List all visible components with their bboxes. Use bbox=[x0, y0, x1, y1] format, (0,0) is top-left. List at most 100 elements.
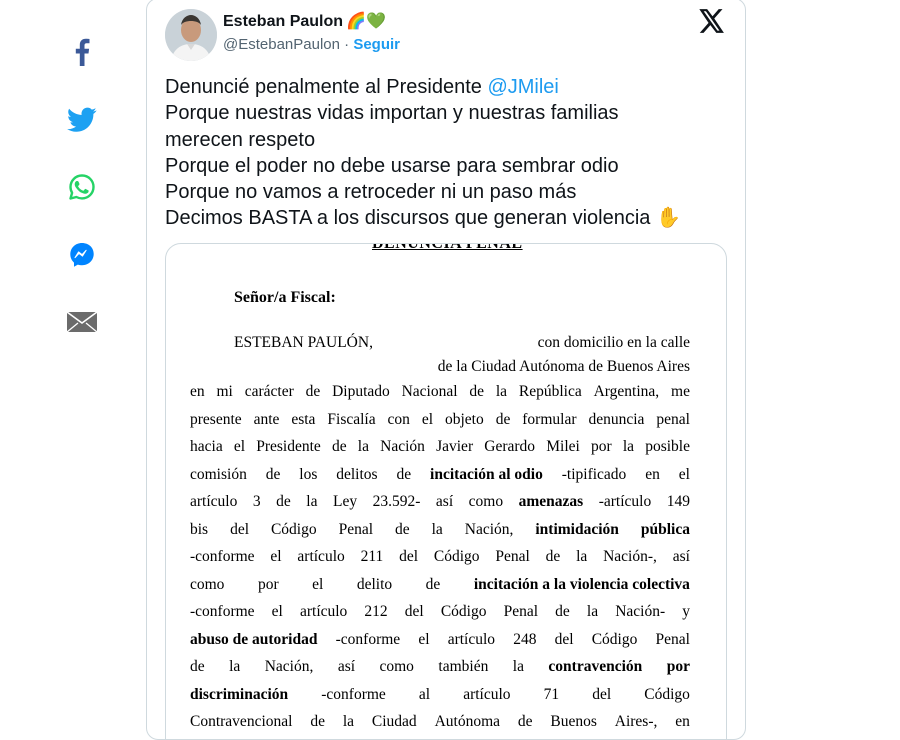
document-word: de bbox=[276, 493, 291, 510]
document-word: el bbox=[271, 603, 283, 620]
document-word: República bbox=[518, 383, 582, 400]
document-word: como bbox=[468, 493, 504, 510]
x-logo-icon[interactable] bbox=[699, 9, 727, 37]
document-greeting: Señor/a Fiscal: bbox=[234, 289, 336, 306]
document-image[interactable]: DENUNCIA PENAL Señor/a Fiscal: ESTEBAN P… bbox=[165, 243, 727, 739]
document-word: de bbox=[517, 713, 533, 730]
document-word: de bbox=[395, 520, 410, 538]
author-name[interactable]: Esteban Paulon 🌈💚 bbox=[223, 11, 386, 31]
document-word: presente bbox=[190, 410, 242, 428]
document-word: de bbox=[495, 410, 511, 428]
twitter-icon bbox=[67, 107, 97, 132]
document-word: Milei bbox=[546, 438, 580, 455]
document-word: artículo bbox=[297, 548, 345, 565]
document-word: el bbox=[418, 630, 430, 648]
document-word: del bbox=[404, 603, 424, 620]
document-line: bis del Código Penal de la Nación, intimidación… bbox=[190, 521, 690, 539]
email-share-button[interactable] bbox=[60, 300, 104, 344]
document-word: Nación- bbox=[615, 603, 666, 620]
document-word: penal bbox=[656, 410, 690, 428]
author-handle[interactable]: @EstebanPaulon bbox=[223, 36, 340, 53]
document-emphasis: incitación a la violencia colectiva bbox=[473, 575, 690, 593]
whatsapp-share-button[interactable] bbox=[60, 165, 104, 209]
document-word: la bbox=[512, 658, 524, 675]
document-line: comisión de los delitos de incitación al odio… bbox=[190, 466, 690, 484]
document-word: artículo bbox=[190, 493, 238, 510]
document-word: ante bbox=[253, 410, 280, 428]
document-word: al bbox=[418, 685, 431, 703]
document-word: -conforme bbox=[190, 548, 255, 565]
author-emoji: 🌈💚 bbox=[346, 13, 386, 30]
document-word: del bbox=[399, 548, 419, 565]
document-word: la bbox=[586, 603, 599, 620]
tweet-text-line: Porque el poder no debe usarse para semb… bbox=[165, 153, 735, 179]
document-word: Contravencional bbox=[190, 713, 293, 730]
document-emphasis: contravención bbox=[548, 658, 643, 675]
document-word: del bbox=[554, 630, 574, 648]
document-word: como bbox=[190, 575, 225, 593]
document-word: -conforme bbox=[335, 630, 401, 648]
tweet-text-line: Porque no vamos a retroceder ni un paso … bbox=[165, 179, 735, 205]
document-word: carácter bbox=[244, 383, 294, 400]
document-line: Contravencional de la Ciudad Autónoma de Bueno… bbox=[190, 713, 690, 731]
document-word: del bbox=[230, 520, 249, 538]
tweet-text-line: merecen respeto bbox=[165, 127, 735, 153]
document-word: así bbox=[672, 548, 690, 565]
document-line: hacia el Presidente de la Nación Javier Gerardo… bbox=[190, 438, 690, 456]
document-word: así bbox=[435, 493, 454, 510]
document-word: delitos bbox=[336, 465, 378, 483]
document-word: Aires-, bbox=[614, 713, 658, 730]
document-intro-city: de la Ciudad Autónoma de Buenos Aires bbox=[437, 358, 690, 375]
document-word: 248 bbox=[513, 630, 537, 648]
document-word: 211 bbox=[360, 548, 384, 565]
whatsapp-icon bbox=[69, 174, 95, 200]
document-word: la bbox=[431, 520, 443, 538]
document-word: de bbox=[190, 658, 205, 675]
document-word: del bbox=[592, 685, 612, 703]
document-word: Penal bbox=[655, 630, 690, 648]
document-word: en bbox=[675, 713, 690, 730]
document-word: de bbox=[396, 465, 412, 483]
document-word: 212 bbox=[364, 603, 388, 620]
tweet-text-segment: Porque el poder no debe usarse para semb… bbox=[165, 154, 619, 177]
document-word: -artículo bbox=[598, 493, 652, 510]
document-word: Código bbox=[433, 548, 480, 565]
document-word: con bbox=[387, 410, 410, 428]
document-word: -conforme bbox=[321, 685, 386, 703]
follow-button[interactable]: Seguir bbox=[353, 36, 400, 53]
document-word: de bbox=[545, 548, 561, 565]
document-word: denuncia bbox=[588, 410, 645, 428]
document-word: Código bbox=[591, 630, 638, 648]
author-name-text: Esteban Paulon bbox=[223, 13, 344, 30]
twitter-share-button[interactable] bbox=[60, 98, 104, 142]
facebook-share-button[interactable] bbox=[60, 30, 104, 74]
document-line: -conforme el artículo 211 del Código Penal de la… bbox=[190, 548, 690, 566]
mention-link[interactable]: @JMilei bbox=[487, 76, 558, 98]
document-line: como por el delito de incitación a la violenc… bbox=[190, 576, 690, 594]
tweet-text-line: Denuncié penalmente al Presidente @JMile… bbox=[165, 74, 735, 100]
tweet-text-segment: Decimos BASTA a los discursos que genera… bbox=[165, 207, 656, 230]
document-emphasis: intimidación bbox=[535, 520, 619, 538]
document-word: en bbox=[190, 383, 205, 400]
document-word: bis bbox=[190, 520, 209, 538]
document-word: Penal bbox=[495, 548, 530, 565]
messenger-share-button[interactable] bbox=[60, 233, 104, 277]
document-word: y bbox=[682, 603, 690, 620]
document-word: de bbox=[555, 603, 570, 620]
document-word: Presidente bbox=[256, 438, 321, 455]
document-emphasis: incitación al odio bbox=[430, 465, 543, 483]
document-word: Gerardo bbox=[484, 438, 536, 455]
document-word: también bbox=[438, 658, 489, 675]
document-word: Penal bbox=[503, 603, 539, 620]
document-word: la bbox=[306, 493, 318, 510]
document-word: -tipificado bbox=[561, 465, 627, 483]
document-word: el bbox=[233, 438, 246, 455]
document-word: 71 bbox=[543, 685, 560, 703]
avatar[interactable] bbox=[165, 9, 217, 61]
document-word: la bbox=[622, 438, 635, 455]
document-word: así bbox=[337, 658, 356, 675]
envelope-icon bbox=[66, 311, 98, 333]
document-emphasis: pública bbox=[640, 520, 690, 538]
document-word: el bbox=[421, 410, 434, 428]
document-title: DENUNCIA PENAL bbox=[372, 243, 523, 252]
